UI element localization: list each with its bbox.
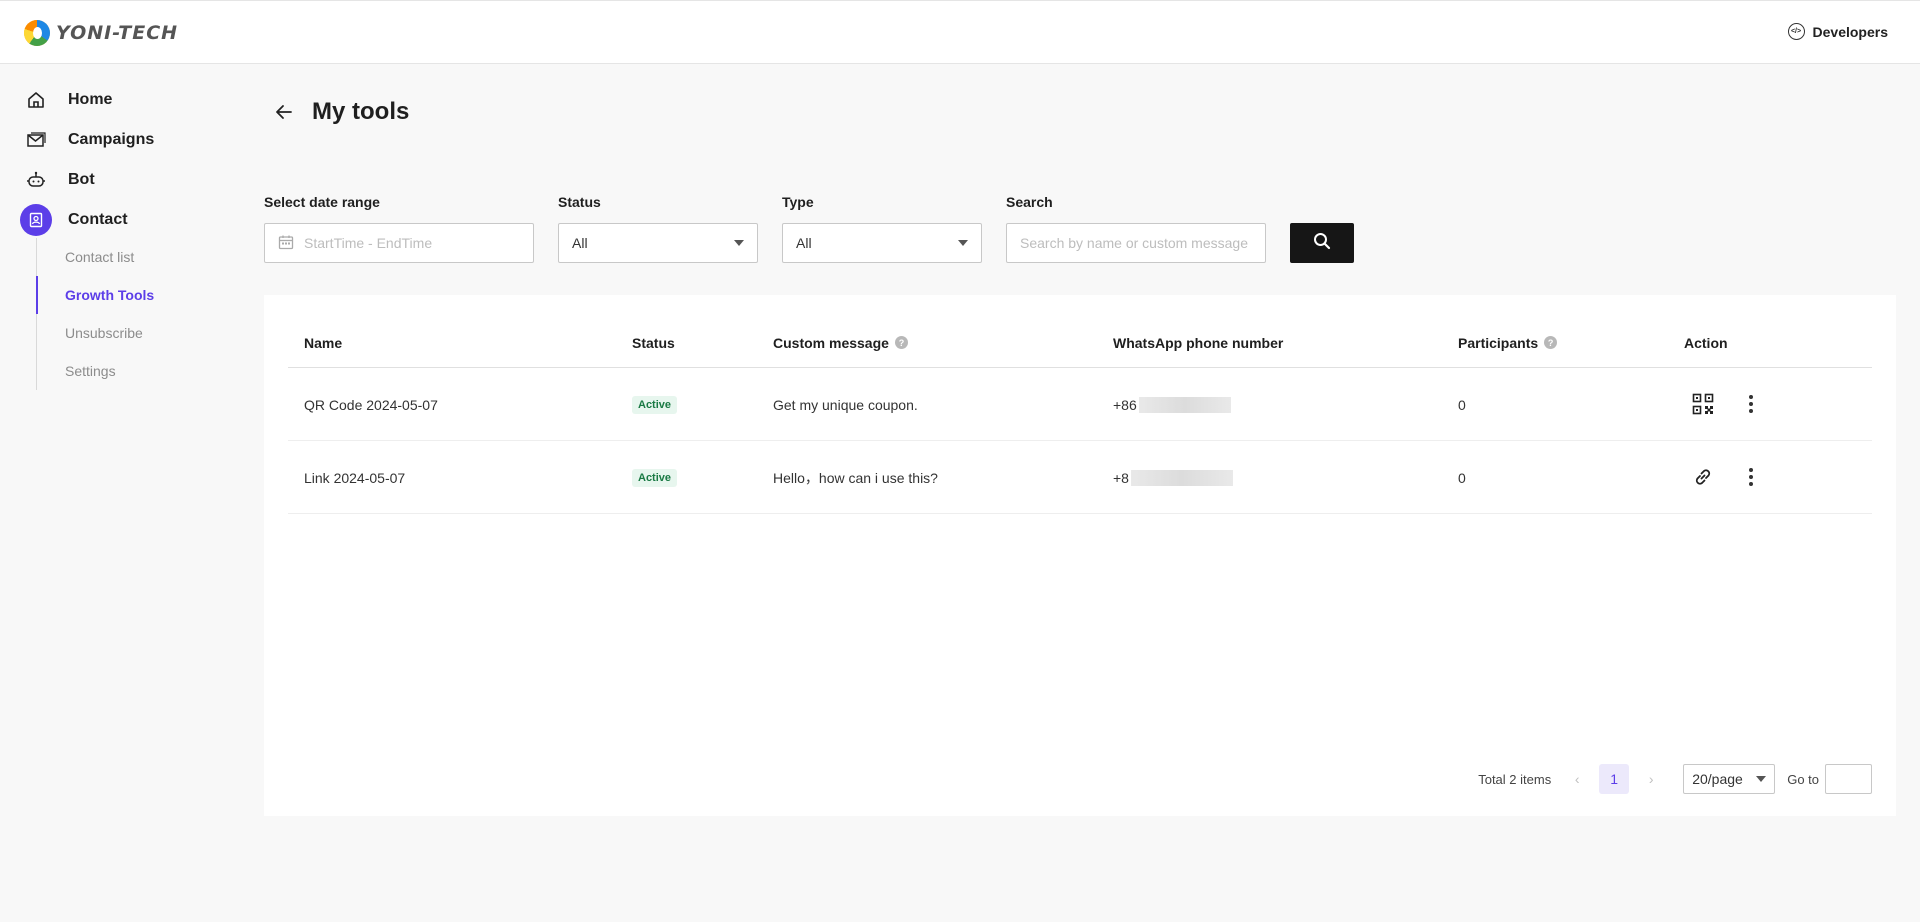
more-options-icon[interactable]: [1739, 465, 1763, 489]
brand-logo[interactable]: YONI-TECH: [24, 19, 178, 47]
prev-page-icon[interactable]: ‹: [1565, 767, 1589, 791]
sidebar-item-label: Home: [68, 91, 113, 108]
page-title: My tools: [312, 98, 410, 125]
caret-down-icon: [734, 240, 744, 246]
caret-down-icon: [1756, 776, 1767, 782]
table-row: Link 2024-05-07 Active Hello，how can i u…: [288, 441, 1872, 514]
sidebar-item-home[interactable]: Home: [20, 84, 112, 116]
masked-phone-digits: [1138, 396, 1231, 413]
top-bar: YONI-TECH </> Developers: [0, 0, 1920, 64]
date-range-label: Select date range: [264, 194, 380, 210]
date-range-picker[interactable]: StartTime - EndTime: [264, 223, 534, 263]
col-header-action: Action: [1684, 334, 1728, 351]
status-select[interactable]: All: [558, 223, 758, 263]
col-header-name: Name: [304, 334, 343, 351]
page-size-select[interactable]: 20/page: [1683, 764, 1776, 794]
developers-label: Developers: [1812, 23, 1888, 40]
search-input[interactable]: Search by name or custom message: [1006, 223, 1266, 263]
cell-name: QR Code 2024-05-07: [304, 396, 438, 413]
masked-phone-digits: [1130, 469, 1233, 486]
search-icon: [1312, 231, 1332, 256]
page-header: My tools: [272, 98, 409, 126]
subnav-item-contact-list[interactable]: Contact list: [37, 238, 236, 276]
cell-name: Link 2024-05-07: [304, 469, 406, 486]
sidebar-item-bot[interactable]: Bot: [20, 164, 95, 196]
help-icon[interactable]: ?: [894, 336, 908, 349]
developers-link[interactable]: </> Developers: [1787, 23, 1888, 40]
type-select[interactable]: All: [782, 223, 982, 263]
cell-message: Hello，how can i use this?: [773, 469, 938, 486]
sidebar-item-contact[interactable]: Contact: [20, 204, 128, 236]
logo-icon: [24, 20, 50, 46]
cell-phone: +8: [1113, 441, 1233, 514]
sidebar-item-campaigns[interactable]: Campaigns: [20, 124, 154, 156]
tools-card: Name Status Custom message ? WhatsApp ph…: [264, 295, 1896, 816]
subnav-item-growth-tools[interactable]: Growth Tools: [36, 276, 236, 314]
cell-message: Get my unique coupon.: [773, 396, 918, 413]
page-size-value: 20/page: [1692, 771, 1743, 787]
sidebar-item-label: Campaigns: [68, 131, 155, 148]
cell-participants: 0: [1458, 469, 1466, 486]
phone-prefix: +86: [1113, 396, 1137, 413]
pagination-total: Total 2 items: [1478, 771, 1552, 787]
col-header-status: Status: [632, 334, 675, 351]
help-icon[interactable]: ?: [1544, 336, 1558, 349]
subnav-item-settings[interactable]: Settings: [37, 352, 236, 390]
sidebar: Home Campaigns Bot Contact Contact list …: [0, 64, 240, 922]
status-select-value: All: [572, 235, 588, 251]
col-header-message: Custom message ?: [773, 317, 908, 368]
search-label: Search: [1006, 194, 1053, 210]
qr-code-icon[interactable]: [1691, 392, 1715, 416]
campaigns-icon: [20, 124, 52, 156]
type-select-value: All: [796, 235, 812, 251]
status-badge: Active: [632, 468, 678, 487]
page-number-current[interactable]: 1: [1599, 764, 1630, 794]
table-row: QR Code 2024-05-07 Active Get my unique …: [288, 368, 1872, 441]
date-range-placeholder: StartTime - EndTime: [304, 235, 433, 251]
brand-name: YONI-TECH: [56, 22, 179, 44]
code-icon: </>: [1787, 23, 1805, 40]
pagination: Total 2 items ‹ 1 › 20/page Go to: [1478, 763, 1872, 795]
link-icon[interactable]: [1691, 465, 1715, 489]
more-options-icon[interactable]: [1739, 392, 1763, 416]
status-badge: Active: [632, 395, 678, 414]
contact-subnav: Contact list Growth Tools Unsubscribe Se…: [36, 238, 236, 390]
col-header-participants: Participants ?: [1458, 317, 1558, 368]
phone-prefix: +8: [1113, 469, 1129, 486]
sidebar-item-label: Contact: [68, 211, 128, 228]
search-placeholder: Search by name or custom message: [1020, 235, 1248, 251]
contact-icon: [20, 204, 52, 236]
status-filter-label: Status: [558, 194, 601, 210]
back-arrow-icon[interactable]: [272, 100, 296, 124]
type-filter-label: Type: [782, 194, 814, 210]
home-icon: [20, 84, 52, 116]
cell-status: Active: [632, 441, 678, 514]
calendar-icon: [278, 234, 294, 253]
goto-label: Go to: [1787, 771, 1819, 787]
cell-participants: 0: [1458, 396, 1466, 413]
bot-icon: [20, 164, 52, 196]
search-button[interactable]: [1290, 223, 1354, 263]
subnav-item-unsubscribe[interactable]: Unsubscribe: [37, 314, 236, 352]
sidebar-item-label: Bot: [68, 171, 95, 188]
next-page-icon[interactable]: ›: [1639, 767, 1663, 791]
goto-page-input[interactable]: [1825, 764, 1872, 794]
caret-down-icon: [958, 240, 968, 246]
table-header: Name Status Custom message ? WhatsApp ph…: [288, 317, 1872, 368]
tools-table: Name Status Custom message ? WhatsApp ph…: [288, 317, 1872, 514]
col-header-phone: WhatsApp phone number: [1113, 334, 1284, 351]
cell-status: Active: [632, 368, 678, 441]
cell-phone: +86: [1113, 368, 1231, 441]
